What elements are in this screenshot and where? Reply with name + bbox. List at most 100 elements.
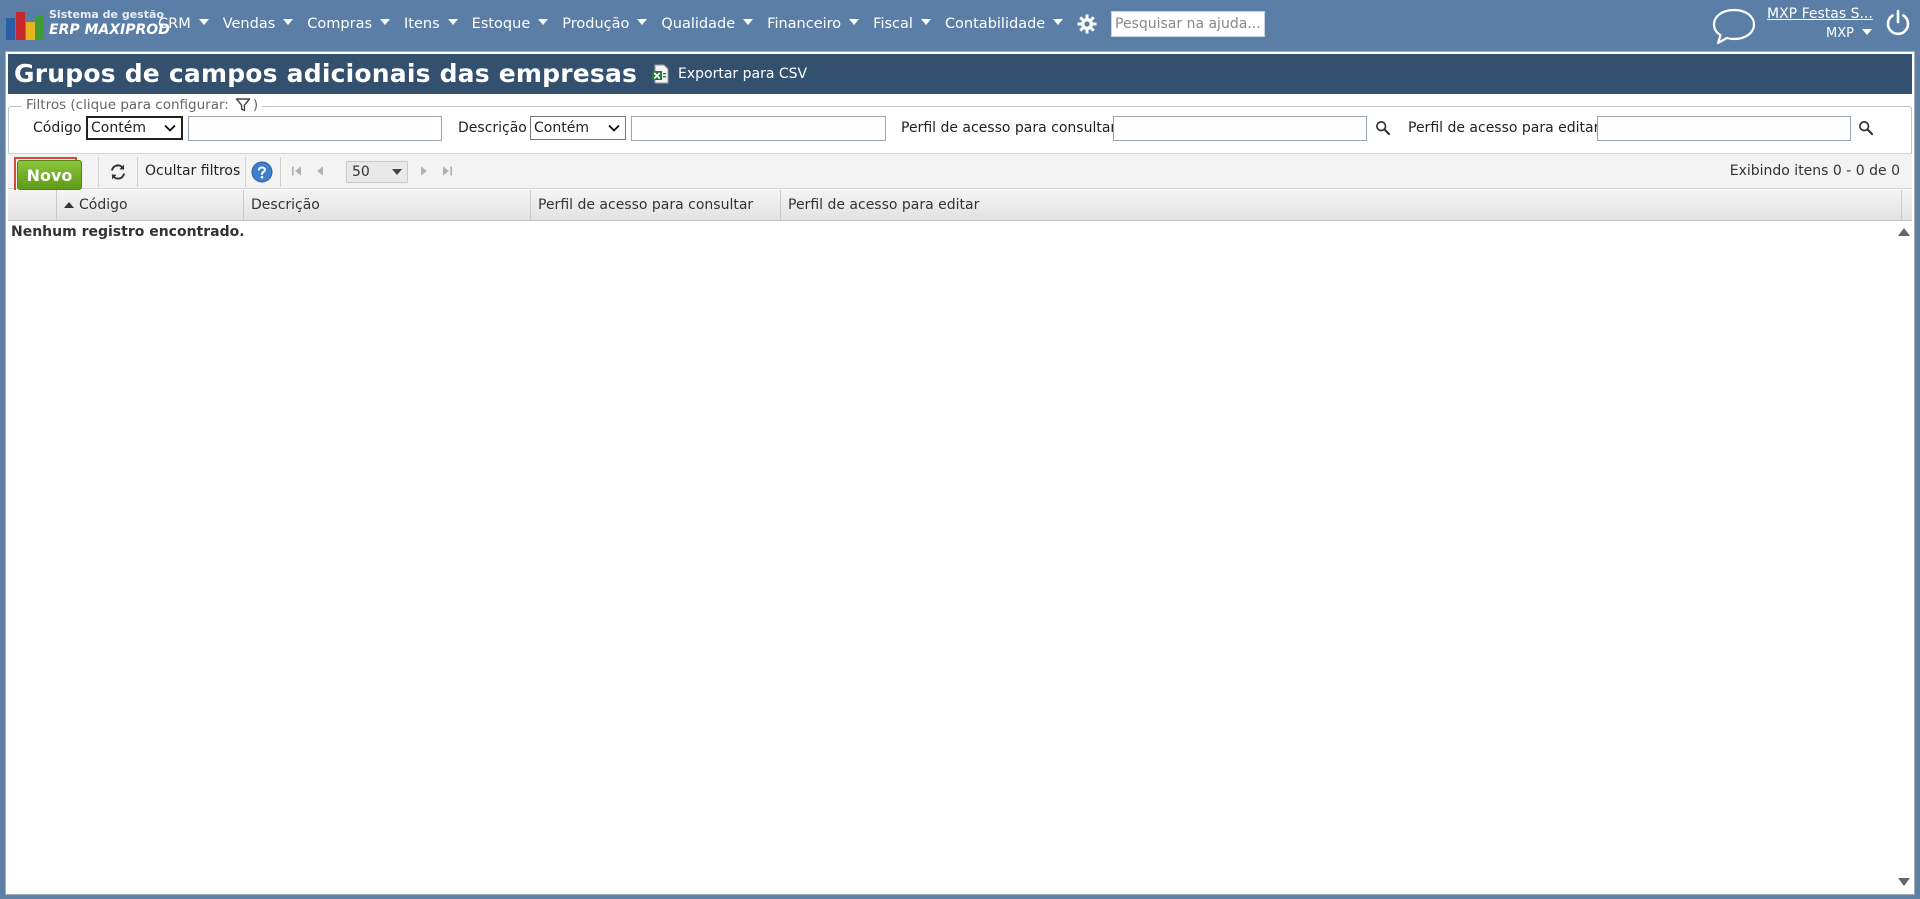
menu-financeiro-label: Financeiro — [767, 16, 842, 32]
select-column-header — [8, 190, 56, 220]
company-label: MXP — [1826, 26, 1854, 41]
toolbar-separator — [245, 157, 246, 187]
items-count-info: Exibindo itens 0 - 0 de 0 — [1729, 163, 1900, 179]
menu-financeiro[interactable]: Financeiro — [767, 16, 860, 32]
perfil-consultar-filter-input[interactable] — [1113, 116, 1367, 141]
toolbar-separator — [280, 157, 281, 187]
menu-contabilidade[interactable]: Contabilidade — [944, 16, 1064, 32]
menu-estoque[interactable]: Estoque — [472, 16, 549, 32]
chevron-down-icon — [608, 124, 620, 132]
menu-vendas[interactable]: Vendas — [223, 16, 294, 32]
column-header-codigo[interactable]: Código — [56, 190, 243, 220]
menu-vendas-label: Vendas — [222, 16, 276, 32]
funnel-icon[interactable] — [235, 97, 251, 113]
perfil-editar-filter-label: Perfil de acesso para editar — [1408, 120, 1600, 136]
grid-header: Código Descrição Perfil de acesso para c… — [8, 190, 1912, 221]
hide-filters-button[interactable]: Ocultar filtros — [145, 163, 240, 179]
new-button[interactable]: Novo — [17, 160, 82, 190]
filter-row: Código Contém Descrição Contém Perfil de… — [9, 115, 1911, 143]
chevron-down-icon — [743, 19, 754, 25]
chevron-down-icon — [538, 19, 549, 25]
descricao-filter-input[interactable] — [631, 116, 886, 141]
menu-itens-label: Itens — [404, 16, 440, 32]
power-icon[interactable] — [1885, 9, 1911, 41]
column-header-codigo-label: Código — [79, 197, 128, 213]
help-icon[interactable] — [251, 161, 273, 183]
page-size-select[interactable]: 50 — [346, 161, 408, 183]
menu-compras[interactable]: Compras — [307, 16, 391, 32]
menu-producao-label: Produção — [562, 16, 630, 32]
erp-logo[interactable]: Sistema de gestão ERP MAXIPROD — [6, 7, 170, 41]
export-csv-label: Exportar para CSV — [678, 66, 808, 82]
menu-crm[interactable]: CRM — [158, 16, 209, 32]
menu-compras-label: Compras — [307, 16, 373, 32]
chevron-down-icon — [283, 19, 294, 25]
last-page-icon[interactable] — [441, 165, 453, 177]
title-bar: Grupos de campos adicionais das empresas… — [8, 54, 1912, 94]
codigo-operator-select[interactable]: Contém — [86, 116, 183, 140]
filters-legend-label: Filtros (clique para configurar: — [26, 97, 229, 113]
refresh-icon[interactable] — [108, 162, 128, 182]
logo-mark-icon — [6, 10, 44, 40]
scroll-up-icon[interactable] — [1898, 228, 1910, 236]
empty-grid-message: Nenhum registro encontrado. — [11, 224, 245, 240]
help-search-input[interactable] — [1111, 11, 1265, 37]
menu-producao[interactable]: Produção — [562, 16, 648, 32]
column-header-descricao[interactable]: Descrição — [243, 190, 530, 220]
sort-ascending-icon — [64, 202, 74, 208]
menu-itens[interactable]: Itens — [404, 16, 458, 32]
chat-icon[interactable] — [1711, 6, 1757, 50]
menu-estoque-label: Estoque — [471, 16, 531, 32]
grid-toolbar: Novo Ocultar filtros 50 Exibindo itens 0… — [8, 153, 1912, 197]
page-size-value: 50 — [352, 164, 370, 180]
menu-contabilidade-label: Contabilidade — [944, 16, 1046, 32]
descricao-operator-value: Contém — [534, 120, 589, 136]
chevron-down-icon — [392, 169, 402, 175]
codigo-filter-input[interactable] — [188, 116, 442, 141]
menu-fiscal[interactable]: Fiscal — [873, 16, 931, 32]
column-header-perfil-editar[interactable]: Perfil de acesso para editar — [780, 190, 1901, 220]
scrollbar-header-spacer — [1901, 190, 1912, 220]
excel-file-icon — [652, 64, 669, 84]
chevron-down-icon — [164, 124, 176, 132]
filters-panel: Filtros (clique para configurar: ) Códig… — [8, 97, 1912, 156]
vertical-scrollbar[interactable] — [1895, 222, 1911, 890]
column-header-descricao-label: Descrição — [251, 197, 320, 213]
user-name-link[interactable]: MXP Festas S... — [1767, 6, 1873, 22]
codigo-operator-value: Contém — [91, 120, 146, 136]
codigo-filter-label: Código — [33, 120, 82, 136]
next-page-icon[interactable] — [418, 165, 430, 177]
descricao-operator-select[interactable]: Contém — [530, 116, 626, 140]
toolbar-separator — [137, 157, 138, 187]
logo-subtitle: Sistema de gestão — [49, 8, 164, 21]
descricao-filter-label: Descrição — [458, 120, 527, 136]
toolbar-separator — [98, 157, 99, 187]
previous-page-icon[interactable] — [314, 165, 326, 177]
perfil-consultar-filter-label: Perfil de acesso para consultar — [901, 120, 1117, 136]
main-panel: Grupos de campos adicionais das empresas… — [5, 51, 1915, 895]
export-csv-button[interactable]: Exportar para CSV — [651, 64, 807, 84]
main-menu: CRM Vendas Compras Itens Estoque Produçã… — [158, 13, 1189, 35]
chevron-down-icon — [849, 19, 860, 25]
search-icon[interactable] — [1858, 120, 1874, 136]
search-icon[interactable] — [1375, 120, 1391, 136]
chevron-down-icon — [920, 19, 931, 25]
page-title: Grupos de campos adicionais das empresas — [14, 59, 638, 88]
company-selector[interactable]: MXP — [1826, 26, 1872, 41]
chevron-down-icon — [380, 19, 391, 25]
gear-icon — [1077, 14, 1097, 34]
chevron-down-icon — [1861, 28, 1872, 35]
filters-legend: Filtros (clique para configurar: ) — [22, 97, 263, 113]
top-navigation-bar: Sistema de gestão ERP MAXIPROD CRM Venda… — [0, 0, 1920, 49]
column-header-perfil-editar-label: Perfil de acesso para editar — [788, 197, 980, 213]
menu-qualidade[interactable]: Qualidade — [661, 16, 754, 32]
first-page-icon[interactable] — [291, 165, 303, 177]
perfil-editar-filter-input[interactable] — [1597, 116, 1851, 141]
column-header-perfil-consultar[interactable]: Perfil de acesso para consultar — [530, 190, 780, 220]
filters-legend-close: ) — [252, 97, 259, 113]
column-header-perfil-consultar-label: Perfil de acesso para consultar — [538, 197, 754, 213]
chevron-down-icon — [637, 19, 648, 25]
chevron-down-icon — [447, 19, 458, 25]
scroll-down-icon[interactable] — [1898, 878, 1910, 886]
menu-qualidade-label: Qualidade — [661, 16, 736, 32]
